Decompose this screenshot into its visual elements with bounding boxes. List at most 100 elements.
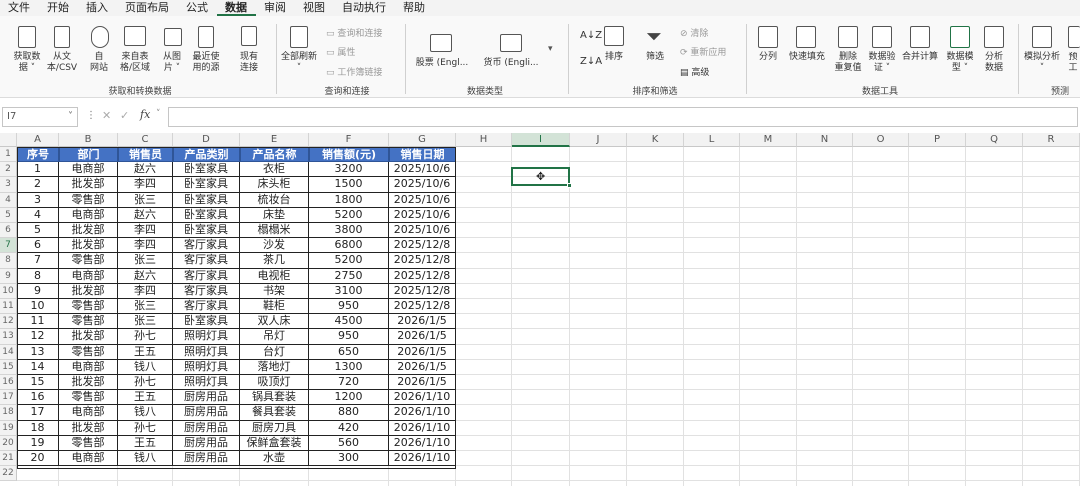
row-header-8[interactable]: 8 xyxy=(0,253,17,269)
table-cell[interactable]: 王五 xyxy=(118,435,173,451)
table-cell[interactable]: 4500 xyxy=(309,314,389,330)
table-cell[interactable]: 卧室家具 xyxy=(173,223,240,239)
table-cell[interactable]: 2026/1/10 xyxy=(389,451,456,467)
table-cell[interactable]: 吊灯 xyxy=(240,329,309,345)
table-cell[interactable]: 钱八 xyxy=(118,359,173,375)
table-cell[interactable]: 650 xyxy=(309,344,389,360)
web-icon[interactable] xyxy=(91,26,109,48)
table-cell[interactable]: 电视柜 xyxy=(240,268,309,284)
data-validation-button[interactable]: 数据验证 ˅ xyxy=(864,52,900,74)
menu-tab-4[interactable]: 公式 xyxy=(178,0,217,16)
flash-fill-icon[interactable] xyxy=(796,26,816,48)
consolidate-icon[interactable] xyxy=(910,26,930,48)
row-header-10[interactable]: 10 xyxy=(0,283,17,299)
table-cell[interactable]: 2025/10/6 xyxy=(389,192,456,208)
table-cell[interactable]: 电商部 xyxy=(59,451,118,467)
table-cell[interactable]: 12 xyxy=(17,329,59,345)
table-cell[interactable]: 李四 xyxy=(118,283,173,299)
table-cell[interactable]: 张三 xyxy=(118,314,173,330)
picture-icon[interactable] xyxy=(164,28,182,46)
table-cell[interactable]: 2025/10/6 xyxy=(389,207,456,223)
table-cell[interactable]: 客厅家具 xyxy=(173,268,240,284)
sort-az-icon[interactable]: A↓Z xyxy=(580,30,602,41)
table-cell[interactable]: 零售部 xyxy=(59,435,118,451)
more-options-icon[interactable]: ⋮ xyxy=(86,110,96,121)
table-cell[interactable]: 13 xyxy=(17,344,59,360)
existing-connections-icon[interactable] xyxy=(241,26,257,46)
table-cell[interactable]: 2026/1/5 xyxy=(389,314,456,330)
data-model-button[interactable]: 数据模型 ˅ xyxy=(942,52,978,74)
advanced-button[interactable]: ▤ 高级 xyxy=(680,65,709,78)
table-cell[interactable]: 2025/12/8 xyxy=(389,283,456,299)
flash-fill-button[interactable]: 快速填充 xyxy=(786,52,828,63)
column-header-R[interactable]: R xyxy=(1023,133,1080,147)
table-cell[interactable]: 客厅家具 xyxy=(173,253,240,269)
table-cell[interactable]: 照明灯具 xyxy=(173,375,240,391)
analyze-data-button[interactable]: 分析 数据 xyxy=(978,52,1010,74)
stocks-button[interactable]: 股票 (Engl... xyxy=(410,58,474,69)
column-header-E[interactable]: E xyxy=(240,133,309,147)
table-header-cell[interactable]: 销售员 xyxy=(118,147,173,163)
table-cell[interactable]: 1500 xyxy=(309,177,389,193)
insert-function-button[interactable]: fx xyxy=(140,108,150,121)
table-header-cell[interactable]: 销售额(元) xyxy=(309,147,389,163)
table-cell[interactable]: 560 xyxy=(309,435,389,451)
table-cell[interactable]: 客厅家具 xyxy=(173,283,240,299)
row-header-18[interactable]: 18 xyxy=(0,405,17,421)
table-cell[interactable]: 10 xyxy=(17,299,59,315)
table-cell[interactable]: 张三 xyxy=(118,192,173,208)
active-cell[interactable]: ✥ xyxy=(511,167,572,188)
table-cell[interactable]: 1200 xyxy=(309,390,389,406)
refresh-all-icon[interactable] xyxy=(290,26,308,48)
table-cell[interactable]: 保鲜盒套装 xyxy=(240,435,309,451)
table-cell[interactable]: 1800 xyxy=(309,192,389,208)
table-cell[interactable]: 批发部 xyxy=(59,177,118,193)
table-cell[interactable]: 卧室家具 xyxy=(173,177,240,193)
table-cell[interactable]: 李四 xyxy=(118,223,173,239)
recent-sources-button[interactable]: 最近使 用的源 xyxy=(186,52,226,74)
table-cell[interactable]: 7 xyxy=(17,253,59,269)
remove-duplicates-icon[interactable] xyxy=(838,26,858,48)
table-header-cell[interactable]: 部门 xyxy=(59,147,118,163)
column-header-N[interactable]: N xyxy=(797,133,853,147)
column-header-M[interactable]: M xyxy=(740,133,797,147)
menu-tab-3[interactable]: 页面布局 xyxy=(117,0,178,16)
table-cell[interactable]: 300 xyxy=(309,451,389,467)
table-cell[interactable]: 厨房用品 xyxy=(173,405,240,421)
table-cell[interactable]: 6800 xyxy=(309,238,389,254)
table-cell[interactable]: 2025/10/6 xyxy=(389,177,456,193)
table-cell[interactable]: 王五 xyxy=(118,344,173,360)
table-cell[interactable]: 零售部 xyxy=(59,390,118,406)
menu-tab-8[interactable]: 自动执行 xyxy=(334,0,395,16)
column-header-F[interactable]: F xyxy=(309,133,389,147)
table-cell[interactable]: 双人床 xyxy=(240,314,309,330)
table-cell[interactable]: 书架 xyxy=(240,283,309,299)
table-range-icon[interactable] xyxy=(124,26,146,46)
table-cell[interactable]: 2025/10/6 xyxy=(389,162,456,178)
menu-tab-7[interactable]: 视图 xyxy=(295,0,334,16)
what-if-button[interactable]: 模拟分析 ˅ xyxy=(1020,52,1064,74)
table-cell[interactable]: 零售部 xyxy=(59,253,118,269)
table-cell[interactable]: 卧室家具 xyxy=(173,314,240,330)
table-cell[interactable]: 880 xyxy=(309,405,389,421)
table-cell[interactable]: 床头柜 xyxy=(240,177,309,193)
table-cell[interactable]: 客厅家具 xyxy=(173,299,240,315)
sort-icon[interactable] xyxy=(604,26,624,46)
table-cell[interactable]: 9 xyxy=(17,283,59,299)
table-cell[interactable]: 电商部 xyxy=(59,162,118,178)
table-cell[interactable]: 950 xyxy=(309,329,389,345)
table-cell[interactable]: 4 xyxy=(17,207,59,223)
table-cell[interactable]: 2750 xyxy=(309,268,389,284)
column-header-A[interactable]: A xyxy=(17,133,59,147)
enter-icon[interactable]: ✓ xyxy=(120,109,129,122)
table-cell[interactable]: 3 xyxy=(17,192,59,208)
table-cell[interactable]: 零售部 xyxy=(59,344,118,360)
table-cell[interactable]: 钱八 xyxy=(118,451,173,467)
table-cell[interactable]: 王五 xyxy=(118,390,173,406)
row-header-2[interactable]: 2 xyxy=(0,162,17,178)
table-cell[interactable]: 19 xyxy=(17,435,59,451)
table-cell[interactable]: 2025/12/8 xyxy=(389,238,456,254)
table-cell[interactable]: 批发部 xyxy=(59,420,118,436)
table-cell[interactable]: 钱八 xyxy=(118,405,173,421)
consolidate-button[interactable]: 合并计算 xyxy=(898,52,942,63)
